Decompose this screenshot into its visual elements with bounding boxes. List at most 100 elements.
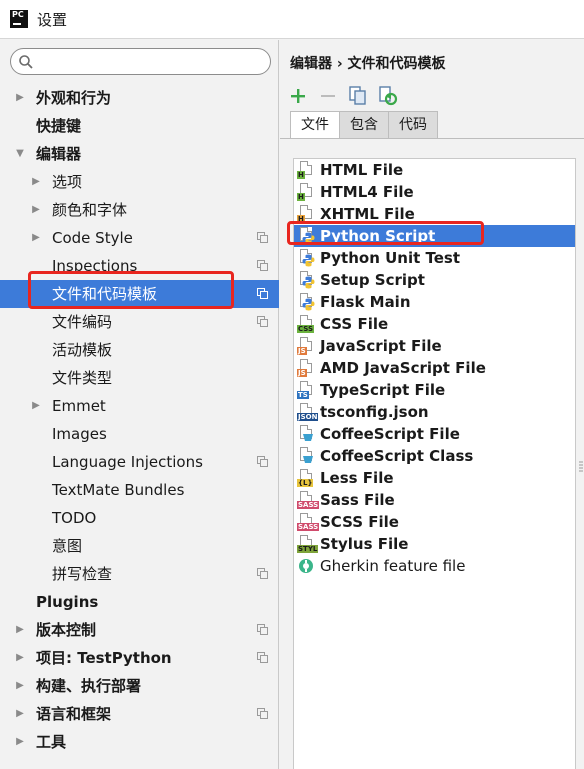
expand-arrow-right-icon[interactable]: ▶ <box>30 392 42 420</box>
expand-arrow-right-icon[interactable]: ▶ <box>14 728 26 756</box>
expand-arrow-right-icon[interactable]: ▶ <box>14 84 26 112</box>
sidebar-item-8[interactable]: 文件编码 <box>0 308 279 336</box>
template-item-sass-file[interactable]: SASS Sass File <box>294 489 575 511</box>
template-name: Flask Main <box>320 293 411 311</box>
project-scope-icon <box>257 624 268 635</box>
reset-template-button[interactable] <box>376 84 400 108</box>
python-script-icon <box>297 227 315 245</box>
project-scope-icon <box>257 568 268 579</box>
splitter-grip-icon[interactable] <box>578 460 584 474</box>
breadcrumb: 编辑器 › 文件和代码模板 <box>290 56 446 72</box>
sidebar-item-15[interactable]: TODO <box>0 504 279 532</box>
sidebar-item-4[interactable]: ▶ 颜色和字体 <box>0 196 279 224</box>
sidebar-item-11[interactable]: ▶ Emmet <box>0 392 279 420</box>
app-logo-icon: PC <box>10 10 28 28</box>
template-item-flask-main[interactable]: Flask Main <box>294 291 575 313</box>
remove-template-button[interactable] <box>316 84 340 108</box>
template-name: Python Unit Test <box>320 249 461 267</box>
sidebar-item-label: Language Injections <box>52 453 203 471</box>
sidebar-item-23[interactable]: ▶ 工具 <box>0 728 279 756</box>
project-scope-icon <box>257 316 268 327</box>
template-item-python-unit-test[interactable]: Python Unit Test <box>294 247 575 269</box>
template-item-less-file[interactable]: {L} Less File <box>294 467 575 489</box>
sidebar-item-21[interactable]: ▶ 构建、执行部署 <box>0 672 279 700</box>
template-name: HTML File <box>320 161 404 179</box>
template-tabs: 文件 包含 代码 <box>290 111 438 139</box>
window-title: 设置 <box>37 10 68 29</box>
file-templates-panel: 编辑器 › 文件和代码模板 文件 包含 代码 H HTML File H HTM… <box>280 40 584 769</box>
template-name: Gherkin feature file <box>320 557 466 575</box>
add-template-button[interactable] <box>286 84 310 108</box>
coffeescript-file-icon <box>297 425 315 443</box>
template-item-python-script[interactable]: Python Script <box>294 225 575 247</box>
sidebar-item-20[interactable]: ▶ 项目: TestPython <box>0 644 279 672</box>
sidebar-item-16[interactable]: 意图 <box>0 532 279 560</box>
sidebar-item-18[interactable]: Plugins <box>0 588 279 616</box>
sidebar-item-label: Inspections <box>52 257 138 275</box>
sidebar-item-6[interactable]: Inspections <box>0 252 279 280</box>
tab-1[interactable]: 包含 <box>340 111 389 139</box>
template-item-gherkin-feature-file[interactable]: Gherkin feature file <box>294 555 575 577</box>
expand-arrow-right-icon[interactable]: ▶ <box>30 224 42 252</box>
sidebar-item-22[interactable]: ▶ 语言和框架 <box>0 700 279 728</box>
expand-arrow-right-icon[interactable]: ▶ <box>14 672 26 700</box>
expand-arrow-right-icon[interactable]: ▶ <box>14 700 26 728</box>
sidebar-item-label: 编辑器 <box>36 145 82 163</box>
scss-file-icon: SASS <box>297 513 320 531</box>
template-item-xhtml-file[interactable]: H XHTML File <box>294 203 575 225</box>
project-scope-icon <box>257 232 268 243</box>
sidebar-item-19[interactable]: ▶ 版本控制 <box>0 616 279 644</box>
sidebar-item-10[interactable]: 文件类型 <box>0 364 279 392</box>
sidebar-item-label: 项目: TestPython <box>36 649 172 667</box>
sidebar-item-2[interactable]: ▼ 编辑器 <box>0 140 279 168</box>
sidebar-item-17[interactable]: 拼写检查 <box>0 560 279 588</box>
sidebar-item-label: TextMate Bundles <box>52 481 185 499</box>
tabs-divider <box>280 138 584 139</box>
project-scope-icon <box>257 652 268 663</box>
template-item-html-file[interactable]: H HTML File <box>294 159 575 181</box>
sidebar-item-9[interactable]: 活动模板 <box>0 336 279 364</box>
expand-arrow-right-icon[interactable]: ▶ <box>30 196 42 224</box>
sidebar-item-1[interactable]: 快捷键 <box>0 112 279 140</box>
sidebar-item-label: 意图 <box>52 537 83 555</box>
search-input[interactable] <box>39 52 264 71</box>
template-item-coffeescript-class[interactable]: CoffeeScript Class <box>294 445 575 467</box>
sidebar-item-14[interactable]: TextMate Bundles <box>0 476 279 504</box>
template-item-javascript-file[interactable]: JS JavaScript File <box>294 335 575 357</box>
sidebar-item-label: 活动模板 <box>52 341 113 359</box>
template-item-stylus-file[interactable]: STYL Stylus File <box>294 533 575 555</box>
sidebar-item-label: 拼写检查 <box>52 565 113 583</box>
expand-arrow-right-icon[interactable]: ▶ <box>30 168 42 196</box>
expand-arrow-down-icon[interactable]: ▼ <box>14 140 26 168</box>
sidebar-item-3[interactable]: ▶ 选项 <box>0 168 279 196</box>
template-item-html4-file[interactable]: H HTML4 File <box>294 181 575 203</box>
expand-arrow-right-icon[interactable]: ▶ <box>14 644 26 672</box>
sidebar-item-label: 颜色和字体 <box>52 201 128 219</box>
css-file-icon: CSS <box>297 315 315 333</box>
copy-template-button[interactable] <box>346 84 370 108</box>
sidebar-item-5[interactable]: ▶ Code Style <box>0 224 279 252</box>
template-item-css-file[interactable]: CSS CSS File <box>294 313 575 335</box>
sidebar-item-12[interactable]: Images <box>0 420 279 448</box>
tab-2[interactable]: 代码 <box>389 111 438 139</box>
template-item-amd-javascript-file[interactable]: JS AMD JavaScript File <box>294 357 575 379</box>
tab-0[interactable]: 文件 <box>290 111 340 139</box>
template-name: CoffeeScript File <box>320 425 460 443</box>
sidebar-item-label: 版本控制 <box>36 621 97 639</box>
json-file-icon: JSON <box>297 403 319 421</box>
sass-file-icon: SASS <box>297 491 320 509</box>
sidebar-item-7[interactable]: 文件和代码模板 <box>0 280 279 308</box>
template-item-setup-script[interactable]: Setup Script <box>294 269 575 291</box>
coffeescript-class-icon <box>297 447 315 465</box>
template-list[interactable]: H HTML File H HTML4 File H XHTML File Python S… <box>293 158 576 769</box>
template-name: HTML4 File <box>320 183 414 201</box>
template-item-coffeescript-file[interactable]: CoffeeScript File <box>294 423 575 445</box>
search-box[interactable] <box>10 48 271 75</box>
template-item-tsconfig-json[interactable]: JSON tsconfig.json <box>294 401 575 423</box>
template-item-typescript-file[interactable]: TS TypeScript File <box>294 379 575 401</box>
sidebar-item-13[interactable]: Language Injections <box>0 448 279 476</box>
expand-arrow-right-icon[interactable]: ▶ <box>14 616 26 644</box>
sidebar-item-0[interactable]: ▶ 外观和行为 <box>0 84 279 112</box>
template-item-scss-file[interactable]: SASS SCSS File <box>294 511 575 533</box>
flask-main-icon <box>297 293 315 311</box>
